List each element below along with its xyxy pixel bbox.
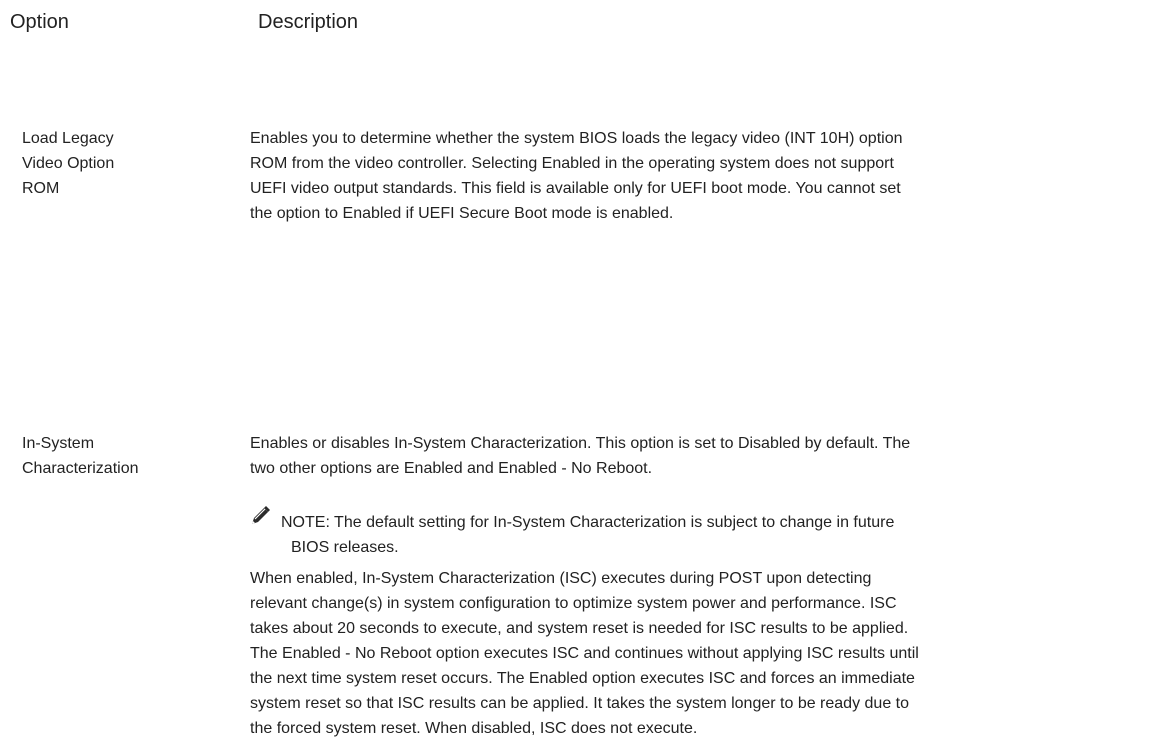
note-line: BIOS releases.	[291, 539, 399, 556]
option-name-load-legacy-video-option-rom: Load Legacy Video Option ROM	[22, 126, 192, 201]
description-line: two other options are Enabled and Enable…	[250, 460, 653, 477]
option-name-line: ROM	[22, 180, 60, 197]
detail-line: When enabled, In-System Characterization…	[250, 570, 872, 587]
detail-line: system reset so that ISC results can be …	[250, 695, 910, 712]
description-line: Enables you to determine whether the sys…	[250, 130, 903, 147]
detail-line: takes about 20 seconds to execute, and s…	[250, 620, 909, 637]
description-line: ROM from the video controller. Selecting…	[250, 155, 894, 172]
description-line: Enables or disables In-System Characteri…	[250, 435, 911, 452]
column-header-description: Description	[258, 11, 359, 33]
detail-line: the forced system reset. When disabled, …	[250, 720, 698, 737]
option-name-line: Characterization	[22, 460, 139, 477]
option-name-line: Load Legacy	[22, 130, 114, 147]
note-line: NOTE: The default setting for In-System …	[281, 514, 895, 531]
bios-options-table: Option Description Load Legacy Video Opt…	[0, 0, 1167, 737]
detail-line: relevant change(s) in system configurati…	[250, 595, 897, 612]
option-description-load-legacy-video-option-rom: Enables you to determine whether the sys…	[250, 126, 1150, 226]
pencil-note-icon	[252, 506, 270, 524]
description-line: the option to Enabled if UEFI Secure Boo…	[250, 205, 674, 222]
option-description-in-system-characterization: Enables or disables In-System Characteri…	[250, 431, 1150, 481]
option-name-in-system-characterization: In-System Characterization	[22, 431, 192, 481]
detail-line: The Enabled - No Reboot option executes …	[250, 645, 919, 662]
column-header-option: Option	[10, 11, 69, 33]
option-detail-in-system-characterization: When enabled, In-System Characterization…	[250, 566, 1150, 741]
description-line: UEFI video output standards. This field …	[250, 180, 901, 197]
option-name-line: Video Option	[22, 155, 115, 172]
detail-line: the next time system reset occurs. The E…	[250, 670, 915, 687]
option-name-line: In-System	[22, 435, 95, 452]
note-text: NOTE: The default setting for In-System …	[281, 510, 894, 560]
